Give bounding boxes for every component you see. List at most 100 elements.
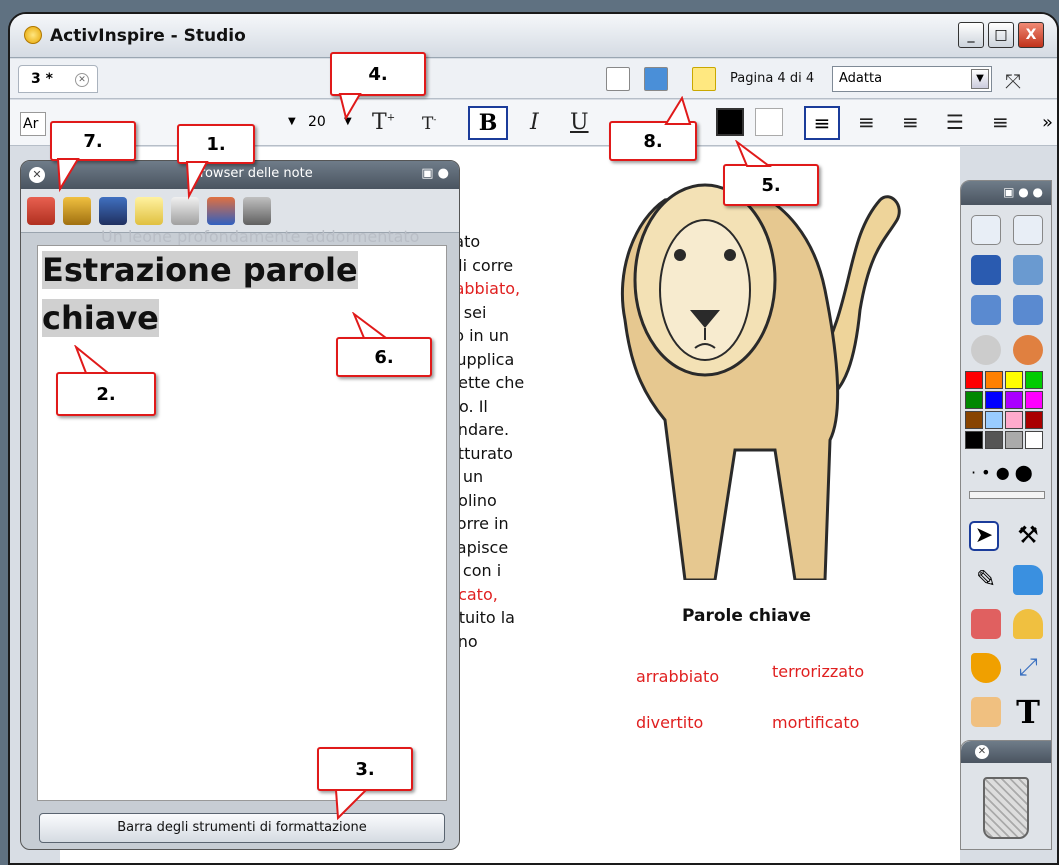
italic-button[interactable]: I bbox=[530, 110, 539, 135]
notes-heading-line-1: Estrazione parole bbox=[42, 251, 358, 289]
highlight-color-swatch[interactable] bbox=[755, 108, 783, 136]
underline-button[interactable]: U bbox=[570, 110, 589, 135]
fullscreen-icon[interactable]: ⤧ bbox=[1005, 69, 1021, 93]
tools-wrench-icon[interactable]: ⚒ bbox=[1013, 521, 1043, 551]
grow-text-icon[interactable]: T+ bbox=[372, 110, 395, 135]
keyword-arrabbiato[interactable]: arrabbiato bbox=[636, 667, 719, 686]
callout-5-tail bbox=[735, 140, 772, 167]
callout-8-tail bbox=[664, 96, 692, 125]
story-text: tato gli corre rabbiato, ti sei rò in un supp… bbox=[448, 230, 608, 653]
activinspire-logo-icon bbox=[24, 26, 42, 44]
minimize-button[interactable]: _ bbox=[958, 22, 984, 48]
tab-bar: 3 * ✕ Pagina 4 di 4 Adatta ▼ ⤧ bbox=[10, 59, 1057, 99]
format-toolbar-button[interactable]: Barra degli strumenti di formattazione bbox=[39, 813, 445, 843]
chevron-down-icon[interactable]: ▼ bbox=[971, 69, 989, 89]
notes-browser-tab-icon[interactable] bbox=[135, 197, 163, 225]
color-white[interactable] bbox=[1025, 431, 1043, 449]
trash-bin-icon[interactable] bbox=[983, 777, 1029, 839]
story-line: nette che bbox=[448, 373, 525, 392]
font-size-field[interactable]: 20 bbox=[308, 114, 326, 130]
color-gray[interactable] bbox=[1005, 431, 1023, 449]
font-dropdown-icon[interactable]: ▼ bbox=[288, 116, 296, 127]
color-purple[interactable] bbox=[1005, 391, 1023, 409]
page-browser-icon[interactable] bbox=[644, 67, 668, 91]
pen-width-dots[interactable]: · • ● ⬤ bbox=[971, 463, 1033, 482]
color-light-blue[interactable] bbox=[985, 411, 1003, 429]
story-line: tato bbox=[448, 232, 481, 251]
main-toolbox: ▣ ● ● · • ● ⬤ ➤ ⚒ ✎ ⤢ T bbox=[960, 180, 1052, 830]
story-line: tituito la bbox=[448, 608, 515, 627]
profile-icon[interactable] bbox=[1013, 215, 1043, 245]
close-button[interactable]: X bbox=[1018, 22, 1044, 48]
color-dark-green[interactable] bbox=[965, 391, 983, 409]
next-page-icon[interactable] bbox=[1013, 295, 1043, 325]
text-color-swatch[interactable] bbox=[716, 108, 744, 136]
align-right-icon[interactable]: ≡ bbox=[902, 110, 919, 134]
pen-icon[interactable]: ✎ bbox=[971, 565, 1001, 595]
action-browser-icon[interactable] bbox=[207, 197, 235, 225]
play-icon[interactable] bbox=[971, 335, 1001, 365]
text-tool-icon[interactable]: T bbox=[1013, 693, 1043, 731]
tools-icon[interactable] bbox=[1013, 255, 1043, 285]
close-icon[interactable]: ✕ bbox=[975, 745, 989, 759]
story-line: rò in un bbox=[448, 326, 510, 345]
callout-8: 8. bbox=[609, 121, 697, 161]
color-pink[interactable] bbox=[1005, 411, 1023, 429]
previous-page-icon[interactable] bbox=[971, 295, 1001, 325]
clip-icon[interactable] bbox=[971, 697, 1001, 727]
color-blue[interactable] bbox=[985, 391, 1003, 409]
page-view-icon[interactable] bbox=[606, 67, 630, 91]
keyword-mortificato[interactable]: mortificato bbox=[772, 713, 859, 732]
bold-button[interactable]: B bbox=[468, 106, 508, 140]
notes-heading[interactable]: Estrazione parole chiave bbox=[42, 246, 402, 342]
close-icon[interactable]: ✕ bbox=[29, 167, 45, 183]
handwriting-icon[interactable] bbox=[971, 255, 1001, 285]
page-indicator: Pagina 4 di 4 bbox=[730, 71, 815, 86]
resource-browser-icon[interactable] bbox=[63, 197, 91, 225]
zoom-select[interactable]: Adatta ▼ bbox=[832, 66, 992, 92]
callout-6: 6. bbox=[336, 337, 432, 377]
story-line: gli corre bbox=[448, 255, 514, 275]
color-black[interactable] bbox=[965, 431, 983, 449]
color-magenta[interactable] bbox=[1025, 391, 1043, 409]
highlighter-icon[interactable] bbox=[1013, 565, 1043, 595]
color-red[interactable] bbox=[965, 371, 983, 389]
connector-icon[interactable]: ⤢ bbox=[1013, 653, 1043, 683]
story-line: capisce bbox=[448, 537, 509, 557]
color-dark-gray[interactable] bbox=[985, 431, 1003, 449]
callout-4: 4. bbox=[330, 52, 426, 96]
story-line: rlo. Il bbox=[448, 396, 488, 416]
keyword-terrorizzato[interactable]: terrorizzato bbox=[772, 662, 864, 681]
tab-close-icon[interactable]: ✕ bbox=[75, 73, 89, 87]
shape-icon[interactable] bbox=[971, 653, 1001, 683]
property-browser-icon[interactable] bbox=[171, 197, 199, 225]
select-arrow-icon[interactable]: ➤ bbox=[969, 521, 999, 551]
align-center-icon[interactable]: ≡ bbox=[858, 110, 875, 134]
page-browser-icon[interactable] bbox=[27, 197, 55, 225]
dashboard-icon[interactable] bbox=[1013, 335, 1043, 365]
color-dark-red[interactable] bbox=[1025, 411, 1043, 429]
indent-icon[interactable]: ≡ bbox=[992, 110, 1009, 134]
font-name-field[interactable]: Ar bbox=[20, 112, 46, 136]
color-orange[interactable] bbox=[985, 371, 1003, 389]
eraser-icon[interactable] bbox=[971, 609, 1001, 639]
voting-browser-icon[interactable] bbox=[243, 197, 271, 225]
callout-7: 7. bbox=[50, 121, 136, 161]
line-spacing-icon[interactable]: ☰ bbox=[946, 110, 964, 134]
object-browser-icon[interactable] bbox=[99, 197, 127, 225]
keyword-divertito[interactable]: divertito bbox=[636, 713, 703, 732]
shrink-text-icon[interactable]: T- bbox=[422, 114, 436, 134]
flipchart-icon[interactable] bbox=[971, 215, 1001, 245]
panel-options-icon[interactable]: ▣ ● bbox=[421, 166, 449, 181]
align-left-button[interactable]: ≡ bbox=[804, 106, 840, 140]
maximize-button[interactable]: □ bbox=[988, 22, 1014, 48]
more-options-icon[interactable]: » bbox=[1042, 112, 1053, 133]
fill-icon[interactable] bbox=[1013, 609, 1043, 639]
callout-2: 2. bbox=[56, 372, 156, 416]
color-yellow[interactable] bbox=[1005, 371, 1023, 389]
notes-browser-icon[interactable] bbox=[692, 67, 716, 91]
document-tab[interactable]: 3 * ✕ bbox=[18, 65, 98, 93]
color-green[interactable] bbox=[1025, 371, 1043, 389]
color-brown[interactable] bbox=[965, 411, 983, 429]
width-slider[interactable] bbox=[969, 491, 1045, 499]
